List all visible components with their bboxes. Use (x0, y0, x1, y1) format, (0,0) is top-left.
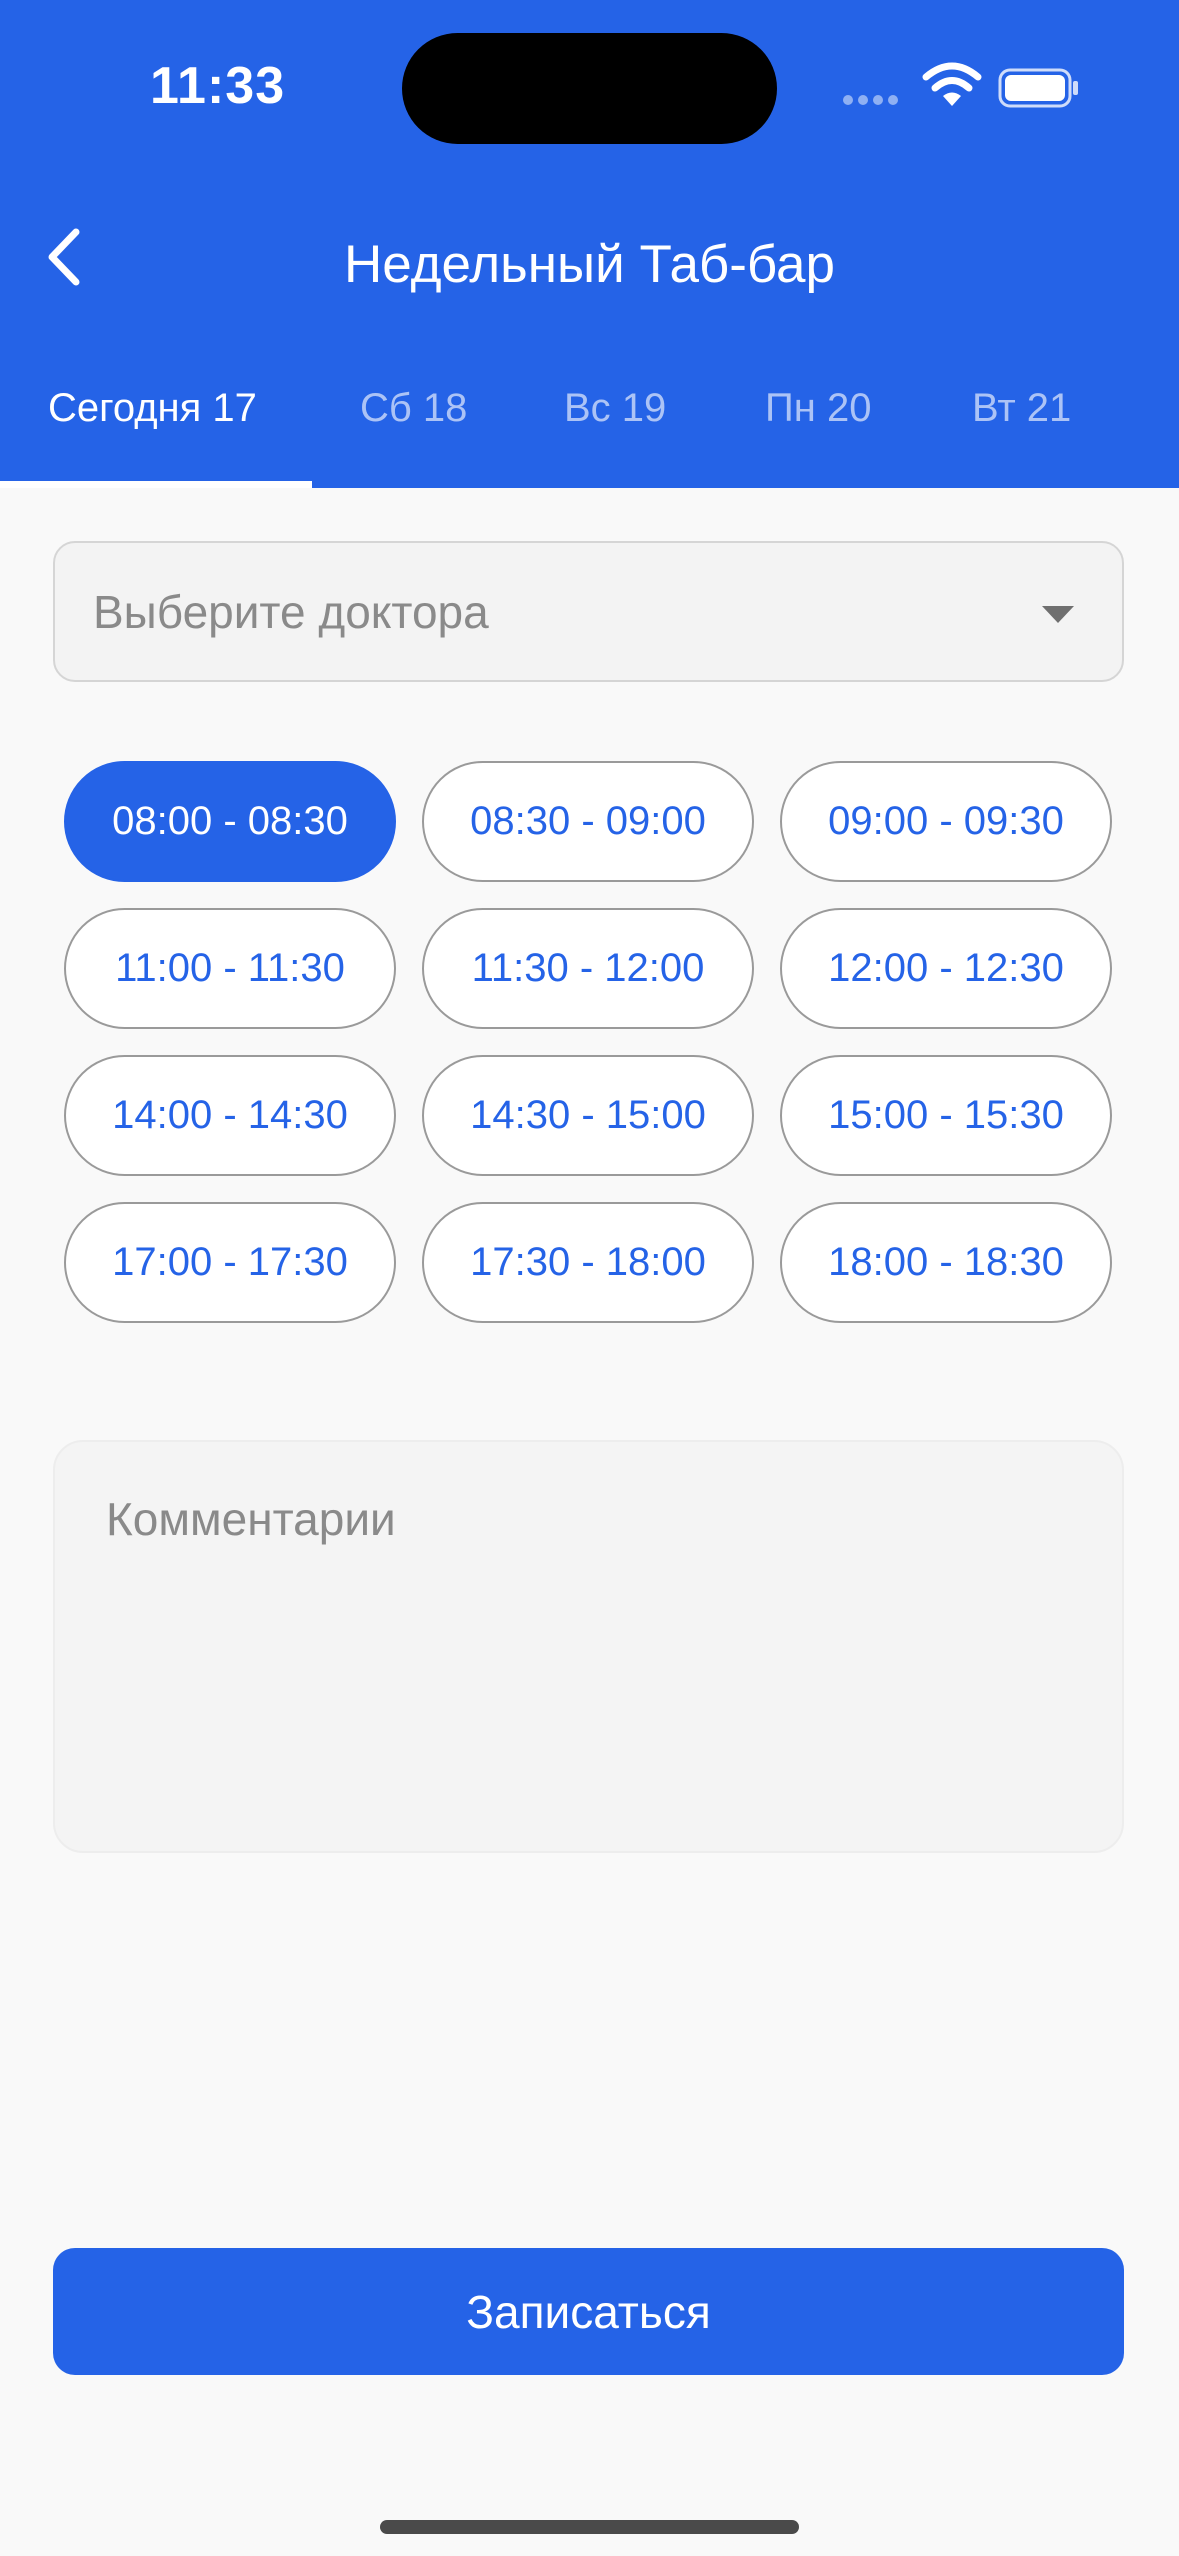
time-slot[interactable]: 14:30 - 15:00 (422, 1055, 754, 1176)
doctor-select-placeholder: Выберите доктора (93, 586, 489, 638)
tab-tue[interactable]: Вт 21 (972, 386, 1071, 431)
comment-placeholder: Комментарии (106, 1493, 396, 1545)
home-indicator (380, 2520, 799, 2534)
page-title: Недельный Таб-бар (343, 235, 836, 294)
app-header: 11:33 Недельный Таб-бар Сегодня 17 Сб 18… (0, 0, 1179, 488)
time-slot[interactable]: 08:30 - 09:00 (422, 761, 754, 882)
cellular-signal-icon (843, 95, 898, 105)
submit-button[interactable]: Записаться (53, 2248, 1124, 2375)
battery-icon (998, 68, 1078, 108)
time-slot[interactable]: 12:00 - 12:30 (780, 908, 1112, 1029)
time-slot[interactable]: 09:00 - 09:30 (780, 761, 1112, 882)
week-tab-bar: Сегодня 17 Сб 18 Вс 19 Пн 20 Вт 21 (0, 380, 1179, 488)
time-slot-selected[interactable]: 08:00 - 08:30 (64, 761, 396, 882)
doctor-select[interactable]: Выберите доктора (53, 541, 1124, 682)
tab-today[interactable]: Сегодня 17 (48, 386, 257, 431)
time-slot[interactable]: 14:00 - 14:30 (64, 1055, 396, 1176)
comment-field[interactable]: Комментарии (53, 1440, 1124, 1853)
tab-sat[interactable]: Сб 18 (360, 386, 467, 431)
caret-down-icon (1042, 606, 1074, 623)
dynamic-island (402, 33, 777, 144)
tab-sun[interactable]: Вс 19 (564, 386, 666, 431)
time-slot[interactable]: 18:00 - 18:30 (780, 1202, 1112, 1323)
time-slot[interactable]: 11:30 - 12:00 (422, 908, 754, 1029)
time-slot[interactable]: 17:30 - 18:00 (422, 1202, 754, 1323)
time-slot[interactable]: 11:00 - 11:30 (64, 908, 396, 1029)
time-slot[interactable]: 17:00 - 17:30 (64, 1202, 396, 1323)
wifi-icon (922, 62, 982, 106)
active-tab-indicator (0, 481, 312, 488)
status-time: 11:33 (150, 57, 286, 115)
time-slot[interactable]: 15:00 - 15:30 (780, 1055, 1112, 1176)
tab-mon[interactable]: Пн 20 (765, 386, 871, 431)
